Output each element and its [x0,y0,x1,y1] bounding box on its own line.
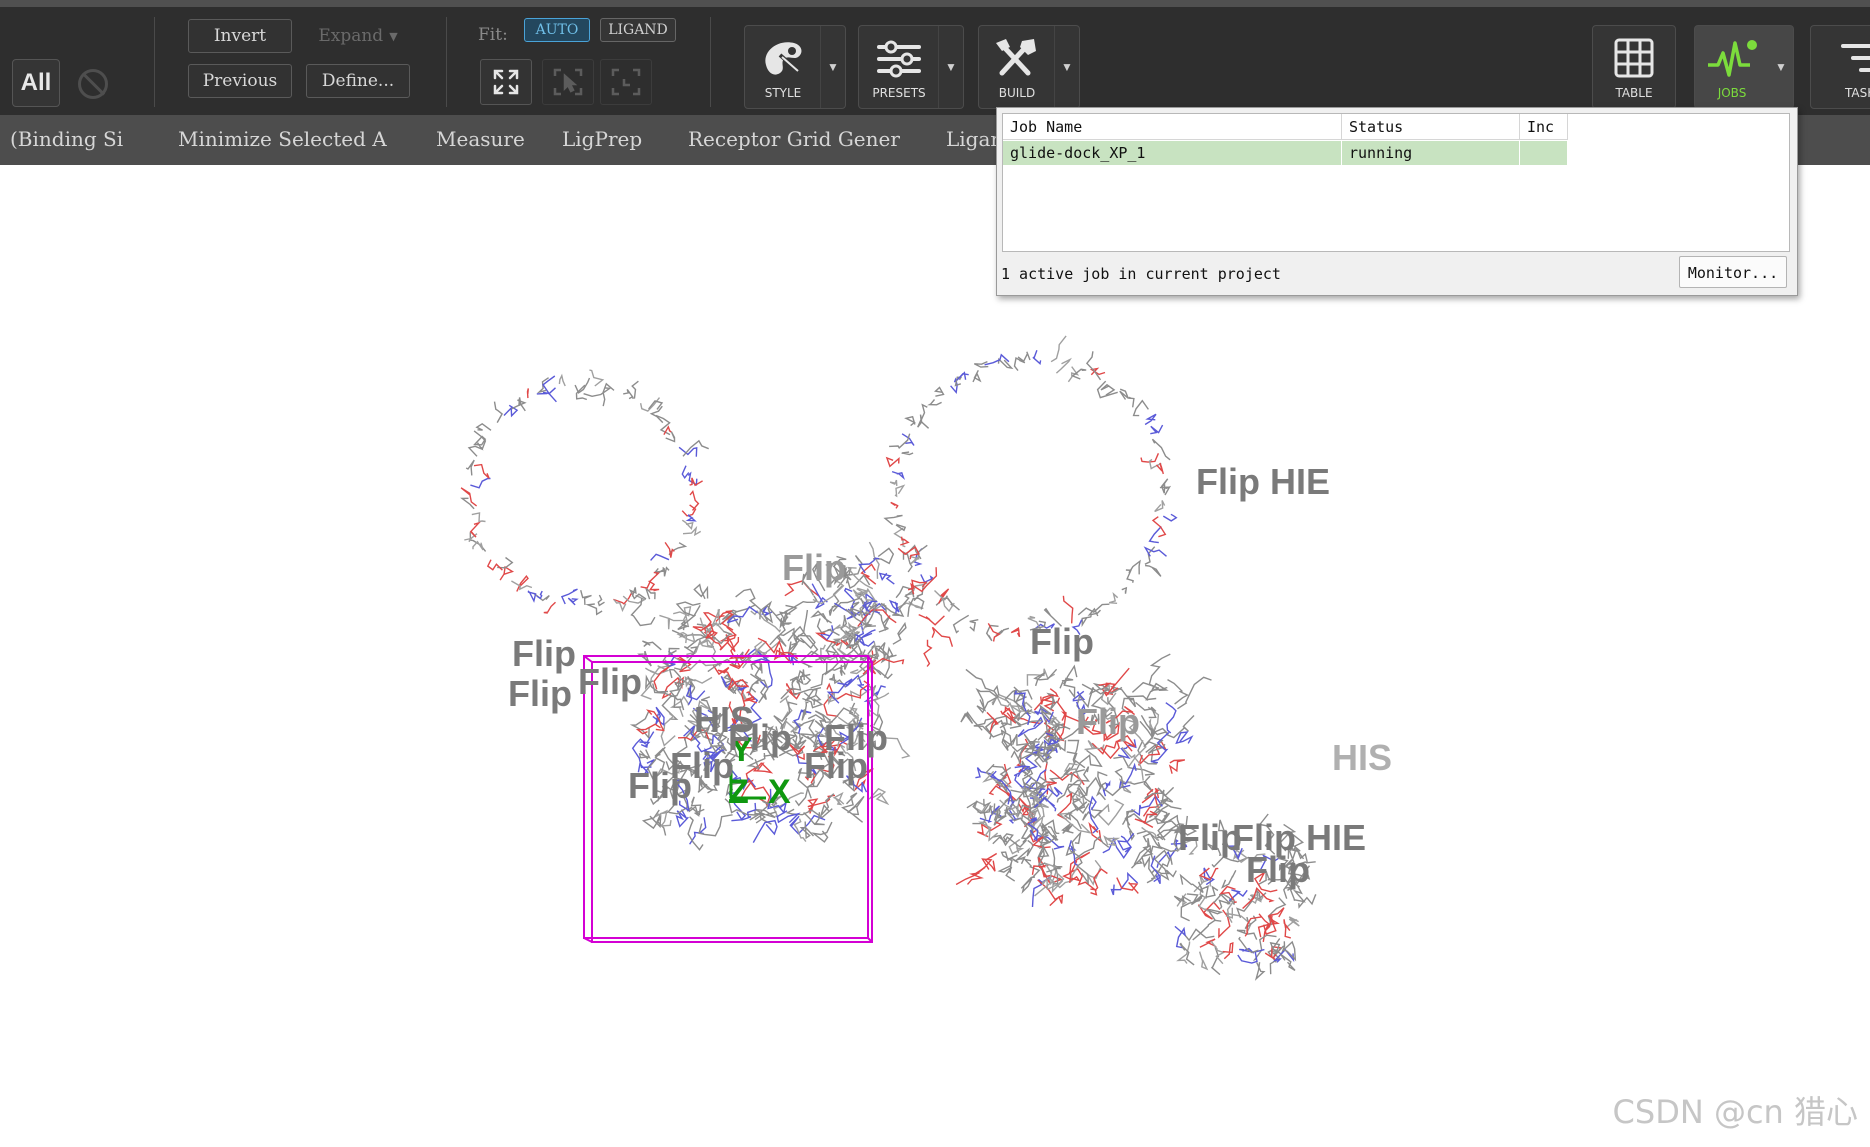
residue-label: Flip HIE [1196,461,1330,502]
expand-button[interactable]: Expand ▼ [306,19,410,53]
residue-label: Flip [728,717,792,758]
active-jobs-summary: 1 active job in current project [1001,265,1281,283]
favorite-ligand[interactable]: Ligar [946,127,1000,151]
residue-label: Flip [1030,621,1094,662]
frame-corners-icon [611,68,641,96]
fit-auto-button[interactable]: AUTO [524,18,590,42]
residue-label: Flip [628,765,692,806]
fit-to-screen-button[interactable] [480,59,532,105]
jobs-label: JOBS [1717,86,1747,100]
presets-button[interactable]: PRESETS ▼ [858,25,964,109]
table-label: TABLE [1615,86,1653,100]
build-label: BUILD [998,86,1036,100]
select-all-button[interactable]: All [12,59,60,107]
style-button[interactable]: STYLE ▼ [744,25,846,109]
favorite-measure[interactable]: Measure [436,127,525,151]
jobs-popup: Job Name Status Inc glide-dock_XP_1 runn… [996,107,1798,296]
jobs-activity-icon [1695,34,1769,82]
tasks-icon [1811,34,1870,82]
chevron-down-icon[interactable]: ▼ [938,26,963,108]
invert-button[interactable]: Invert [188,19,292,53]
job-inc-cell[interactable] [1520,141,1568,165]
fit-label: Fit: [478,25,508,45]
job-status-cell[interactable]: running [1342,141,1520,165]
style-icon [745,34,821,82]
tasks-label: TASK [1845,86,1870,100]
table-button[interactable]: TABLE [1592,25,1676,109]
favorite-minimize-selected[interactable]: Minimize Selected A [178,127,387,151]
fit-ligand-button[interactable]: LIGAND [600,18,676,42]
residue-label: Flip [508,673,572,714]
molecule-structure: Y Z X [460,335,1317,981]
toolbar-separator [446,17,447,107]
fit-selection-icon [553,68,583,96]
column-header-job-name[interactable]: Job Name [1003,114,1342,140]
build-button[interactable]: BUILD ▼ [978,25,1080,109]
residue-label: Flip [512,633,576,674]
monitor-button[interactable]: Monitor... [1679,256,1787,288]
toolbar-separator [710,17,711,107]
residue-label: Flip [578,661,642,702]
watermark: CSDN @cn 猎心 [1612,1093,1858,1131]
chevron-down-icon: ▼ [389,29,398,43]
define-button[interactable]: Define... [306,64,410,98]
job-name-cell[interactable]: glide-dock_XP_1 [1003,141,1342,165]
expand-label: Expand [318,26,384,46]
toolbar-separator [154,17,155,107]
residue-label: Flip [1246,849,1310,890]
tasks-button[interactable]: TASK [1810,25,1870,109]
previous-button[interactable]: Previous [188,64,292,98]
jobs-button[interactable]: JOBS ▼ [1694,25,1794,109]
presets-label: PRESETS [872,86,926,100]
axis-x-label: X [768,773,791,811]
style-label: STYLE [764,86,802,100]
fit-selection-button[interactable] [542,59,594,105]
window-top-strip [0,0,1870,7]
favorite-receptor-grid[interactable]: Receptor Grid Gener [688,127,900,151]
table-grid-icon [1593,34,1675,82]
residue-label: HIS [1332,737,1393,778]
fit-ligand-view-button[interactable] [600,59,652,105]
residue-label: Flip [782,547,846,588]
jobs-table: Job Name Status Inc glide-dock_XP_1 runn… [1002,113,1790,252]
sliders-icon [859,34,939,82]
expand-arrows-icon [493,69,519,95]
workspace-3d-viewer[interactable]: Y Z X Flip HIE Flip Flip Flip Flip Flip … [0,165,1870,1147]
favorite-ligprep[interactable]: LigPrep [562,127,642,151]
build-tools-icon [979,34,1055,82]
residue-label: Flip [1076,701,1140,742]
chevron-down-icon[interactable]: ▼ [1769,26,1793,108]
residue-label: Flip [804,745,868,786]
favorite-binding-site[interactable]: (Binding Si [10,127,123,151]
chevron-down-icon[interactable]: ▼ [820,26,845,108]
column-header-inc[interactable]: Inc [1520,114,1568,140]
clear-selection-icon[interactable] [78,69,108,99]
chevron-down-icon[interactable]: ▼ [1054,26,1079,108]
main-toolbar: All Invert Expand ▼ Previous Define... F… [0,7,1870,115]
column-header-status[interactable]: Status [1342,114,1520,140]
